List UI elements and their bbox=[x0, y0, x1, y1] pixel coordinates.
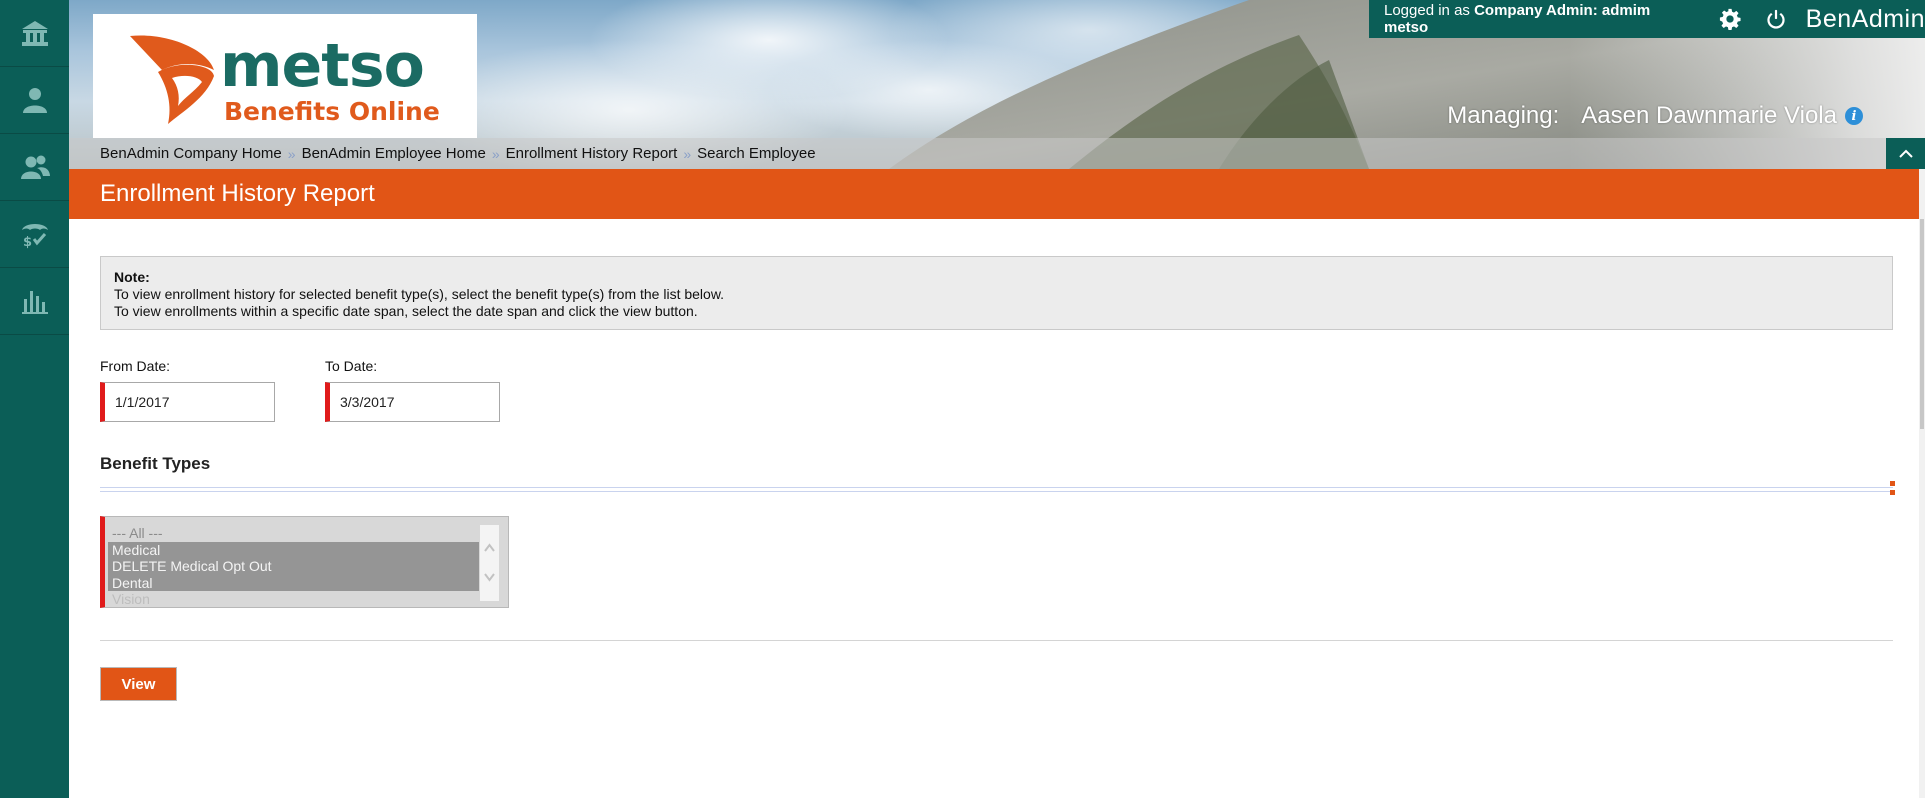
form-divider bbox=[100, 640, 1893, 641]
benefit-types-heading: Benefit Types bbox=[100, 454, 211, 473]
company-logo[interactable]: metso Benefits Online bbox=[93, 14, 477, 138]
breadcrumb: BenAdmin Company Home » BenAdmin Employe… bbox=[100, 145, 816, 162]
managing-employee: Managing: Aasen Dawnmarie Viola i bbox=[1447, 102, 1863, 130]
benefit-option-medical[interactable]: Medical bbox=[108, 541, 479, 558]
info-icon[interactable]: i bbox=[1845, 107, 1863, 125]
from-date-input[interactable] bbox=[100, 382, 275, 422]
user-icon bbox=[22, 88, 47, 113]
note-line-2: To view enrollments within a specific da… bbox=[114, 303, 698, 319]
sidebar-item-employees[interactable] bbox=[0, 134, 69, 201]
page-scrollbar-thumb[interactable] bbox=[1920, 219, 1924, 429]
breadcrumb-search-employee[interactable]: Search Employee bbox=[697, 145, 815, 162]
logo-mark-icon bbox=[130, 35, 214, 124]
note-box: Note: To view enrollment history for sel… bbox=[100, 256, 1893, 330]
benefit-option-delete-medical-opt-out[interactable]: DELETE Medical Opt Out bbox=[108, 558, 479, 575]
benefit-option-dental[interactable]: Dental bbox=[108, 574, 479, 591]
page-title-bar: Enrollment History Report bbox=[69, 169, 1925, 219]
breadcrumb-bar: BenAdmin Company Home » BenAdmin Employe… bbox=[69, 138, 1886, 169]
note-line-1: To view enrollment history for selected … bbox=[114, 286, 725, 302]
breadcrumb-separator: » bbox=[287, 145, 296, 162]
breadcrumb-enrollment-history[interactable]: Enrollment History Report bbox=[506, 145, 678, 162]
left-sidebar: $ bbox=[0, 0, 69, 798]
note-title: Note: bbox=[114, 269, 150, 285]
logo-name: metso bbox=[220, 31, 425, 101]
breadcrumb-employee-home[interactable]: BenAdmin Employee Home bbox=[302, 145, 486, 162]
sidebar-item-reports[interactable] bbox=[0, 268, 69, 335]
logout-button[interactable] bbox=[1764, 7, 1788, 31]
from-date-label: From Date: bbox=[100, 358, 171, 374]
to-date-label: To Date: bbox=[325, 358, 378, 374]
scroll-up-icon[interactable] bbox=[483, 542, 496, 554]
settings-button[interactable] bbox=[1718, 7, 1742, 31]
page-scrollbar[interactable] bbox=[1919, 169, 1925, 798]
breadcrumb-separator: » bbox=[683, 145, 692, 162]
home-icon bbox=[21, 21, 48, 46]
page-title: Enrollment History Report bbox=[100, 180, 375, 207]
collapse-header-button[interactable] bbox=[1886, 138, 1925, 169]
bar-chart-icon bbox=[21, 291, 48, 314]
section-marker bbox=[1890, 481, 1895, 495]
app-name: BenAdmin bbox=[1805, 4, 1925, 33]
view-button[interactable]: View bbox=[100, 667, 177, 701]
benefits-umbrella-icon: $ bbox=[21, 224, 48, 249]
sidebar-item-employee[interactable] bbox=[0, 67, 69, 134]
listbox-scrollbar[interactable] bbox=[480, 525, 499, 601]
sidebar-item-home[interactable] bbox=[0, 0, 69, 67]
benefit-option-all[interactable]: --- All --- bbox=[108, 525, 479, 542]
logged-in-text: Logged in as Company Admin: admim metso bbox=[1384, 2, 1651, 36]
scroll-down-icon[interactable] bbox=[483, 571, 496, 583]
breadcrumb-separator: » bbox=[491, 145, 500, 162]
section-divider bbox=[100, 487, 1893, 492]
managing-employee-name[interactable]: Aasen Dawnmarie Viola bbox=[1581, 102, 1837, 130]
benefit-option-vision[interactable]: Vision bbox=[108, 591, 479, 607]
sidebar-item-benefits[interactable]: $ bbox=[0, 201, 69, 268]
to-date-input[interactable] bbox=[325, 382, 500, 422]
managing-label: Managing: bbox=[1447, 102, 1560, 129]
power-icon bbox=[1767, 9, 1785, 29]
benefit-types-listbox[interactable]: --- All --- Medical DELETE Medical Opt O… bbox=[100, 516, 509, 608]
svg-text:$: $ bbox=[23, 235, 32, 249]
users-icon bbox=[20, 155, 50, 179]
gear-icon bbox=[1719, 8, 1741, 30]
breadcrumb-company-home[interactable]: BenAdmin Company Home bbox=[100, 145, 282, 162]
chevron-up-icon bbox=[1898, 149, 1913, 158]
logo-tagline: Benefits Online bbox=[224, 97, 440, 126]
user-bar: Logged in as Company Admin: admim metso … bbox=[1369, 0, 1925, 38]
